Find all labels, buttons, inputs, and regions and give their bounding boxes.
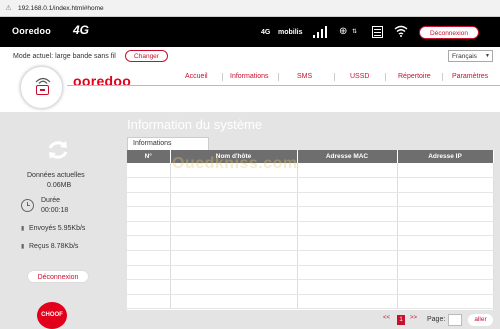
nav-divider [442,73,443,81]
top-bar: Ooredoo 4G 4G mobilis ⊕ ⇅ Déconnexion [0,17,500,47]
col-number: N° [127,150,171,163]
nav-divider [385,73,386,81]
nav-sms[interactable]: SMS [297,71,312,83]
ooredoo-wordmark: ooredoo [73,73,132,89]
brand-4g-logo: 4G [73,23,90,37]
signal-icon [313,26,333,38]
language-value: Français [452,53,477,60]
data-transfer-icon: ⇅ [352,29,358,35]
nav-divider [222,73,223,81]
logout-button[interactable]: Déconnexion [419,26,479,39]
tab-informations[interactable]: Informations [127,137,209,150]
watermark: Ouedkniss.com [172,155,298,172]
sent-rate: Envoyés 5.95Kb/s [29,225,86,232]
page-label: Page: [427,316,446,323]
device-logo [20,66,63,109]
nav-divider [334,73,335,81]
operator-name: mobilis [278,29,303,36]
mode-value: large bande sans fil [55,53,116,60]
router-wifi-icon [35,77,51,84]
warning-icon: ⚠ [5,4,12,12]
received-rate: Reçus 8.78Kb/s [29,243,79,250]
mode-status: Mode actuel: large bande sans fil [11,53,116,60]
table-row [127,250,494,266]
current-page[interactable]: 1 [397,315,405,325]
refresh-icon[interactable] [46,138,70,162]
url-text[interactable]: 192.168.0.1/index.html#home [18,5,104,12]
nav-parametres[interactable]: Paramètres [452,71,488,83]
table-row [127,294,494,310]
page-input[interactable] [448,314,462,326]
next-page-button[interactable]: >> [410,315,417,321]
network-type: 4G [261,29,271,36]
chevron-down-icon: ▼ [485,53,490,59]
change-mode-button[interactable]: Changer [125,50,168,62]
current-data-value: 0.06MB [47,182,72,189]
table-row [127,221,494,237]
language-select[interactable]: Français ▼ [448,50,493,62]
nav-informations[interactable]: Informations [230,71,269,83]
table-row [127,177,494,193]
nav-divider [278,73,279,81]
header: Mode actuel: large bande sans fil Changer… [0,47,500,112]
page-title: Information du système [127,117,263,132]
choof-badge[interactable]: CHOOF [37,302,67,329]
main-nav: Accueil Informations SMS USSD Répertoire… [170,71,500,83]
clock-icon [21,199,34,212]
table-row [127,206,494,222]
globe-icon: ⊕ [339,26,348,37]
table-row [127,235,494,252]
sidebar-logout-button[interactable]: Déconnexion [27,270,89,283]
sidebar: Données actuelles 0.06MB Durée 00:00:18 … [0,112,118,329]
nav-ussd[interactable]: USSD [350,71,369,83]
router-icon [36,85,49,95]
duration-value: 00:00:18 [41,207,69,214]
nav-underline [67,85,500,86]
brand-logo: Ooredoo [12,26,51,36]
sim-icon [372,26,383,38]
col-mac: Adresse MAC [297,150,398,163]
address-bar[interactable]: ⚠ 192.168.0.1/index.html#home [0,0,500,17]
go-button[interactable]: aller [468,314,493,326]
current-data-label: Données actuelles [27,172,85,179]
nav-repertoire[interactable]: Répertoire [398,71,431,83]
duration-label: Durée [41,197,61,204]
table-row [127,265,494,281]
upload-icon: ▮ [21,226,25,232]
download-icon: ▮ [21,244,25,250]
wifi-icon [394,25,408,37]
mode-label: Mode actuel: [13,53,54,60]
table-row [127,279,494,295]
table-row [127,192,494,208]
pagination: << 1 >> Page: aller [370,314,495,327]
col-ip: Adresse IP [397,150,494,163]
nav-accueil[interactable]: Accueil [185,71,208,83]
devices-table: N° Nom d'hôte Adresse MAC Adresse IP [127,150,494,310]
prev-page-button[interactable]: << [383,315,390,321]
